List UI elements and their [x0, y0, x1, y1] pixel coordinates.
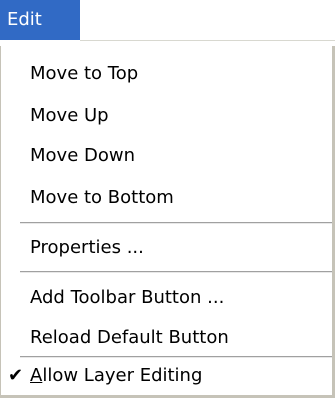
menu-item-label: Reload Default Button	[30, 327, 229, 348]
mnemonic-char: A	[30, 365, 43, 386]
menu-item-add-toolbar-button[interactable]: Add Toolbar Button ...	[0, 278, 330, 318]
menu-item-label: Move Up	[30, 105, 109, 126]
checkmark-icon: ✔	[8, 365, 24, 386]
label-rest: llow Layer Editing	[42, 365, 203, 386]
menu-item-properties[interactable]: Properties ...	[0, 228, 330, 268]
menu-separator	[20, 222, 332, 224]
menu-item-move-down[interactable]: Move Down	[0, 136, 330, 176]
menu-item-label: Allow Layer Editing	[30, 356, 202, 396]
menu-item-allow-layer-editing[interactable]: ✔ Allow Layer Editing	[0, 356, 330, 396]
menu-bar: Edit	[0, 0, 335, 44]
menu-item-label: Add Toolbar Button ...	[30, 287, 225, 308]
edit-dropdown-menu: Move to Top Move Up Move Down Move to Bo…	[0, 46, 335, 398]
menu-item-move-to-bottom[interactable]: Move to Bottom	[0, 178, 330, 218]
edit-menu-title[interactable]: Edit	[0, 0, 80, 40]
menu-item-reload-default-button[interactable]: Reload Default Button	[0, 318, 330, 358]
menu-item-move-to-top[interactable]: Move to Top	[0, 54, 330, 94]
menubar-divider	[80, 40, 335, 41]
menu-separator	[20, 271, 332, 273]
menu-item-label: Move to Bottom	[30, 187, 174, 208]
menu-item-move-up[interactable]: Move Up	[0, 96, 330, 136]
menu-item-label: Properties ...	[30, 237, 144, 258]
menu-item-label: Move Down	[30, 145, 135, 166]
menu-item-label: Move to Top	[30, 63, 139, 84]
